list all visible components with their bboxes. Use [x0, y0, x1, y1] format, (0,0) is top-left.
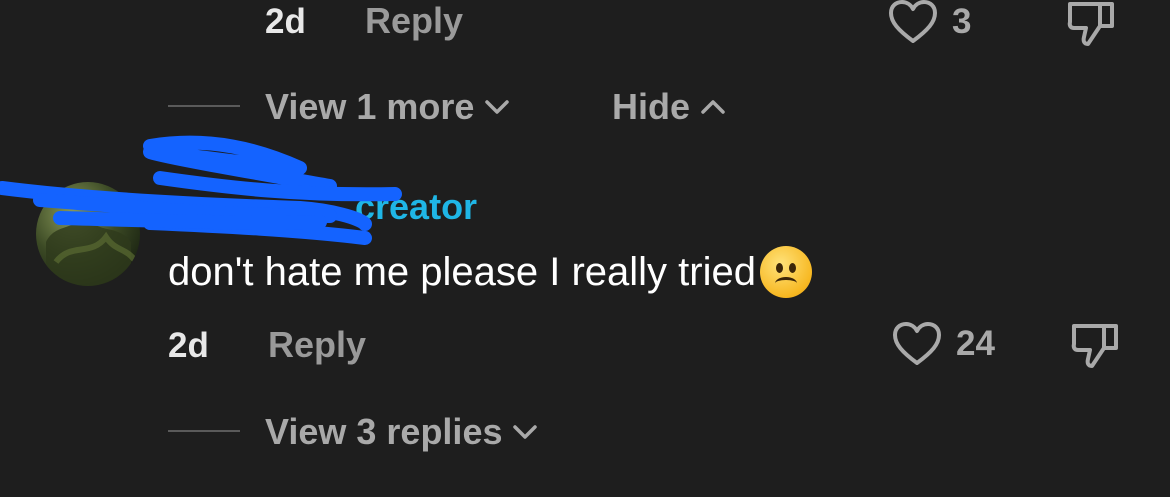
comment-body: don't hate me please I really tried	[168, 249, 756, 294]
like-button[interactable]: 3	[888, 0, 971, 44]
dislike-button[interactable]	[1066, 0, 1118, 48]
comment-time: 2d	[265, 2, 306, 41]
like-count: 3	[952, 2, 972, 41]
thumbs-down-icon	[1070, 322, 1122, 370]
comment-time: 2d	[168, 326, 209, 365]
slightly-frowning-face-icon	[759, 246, 812, 298]
thread-divider	[168, 430, 240, 432]
heart-icon	[888, 0, 938, 44]
hide-button[interactable]: Hide	[612, 86, 726, 128]
reply-button[interactable]: Reply	[268, 324, 366, 366]
view-more-button[interactable]: View 1 more	[265, 86, 510, 128]
redaction-scribble	[0, 128, 420, 258]
chevron-down-icon	[484, 99, 510, 115]
like-count: 24	[956, 324, 995, 363]
like-button[interactable]: 24	[892, 322, 995, 366]
thread-divider	[168, 105, 240, 107]
view-replies-label: View 3 replies	[265, 411, 503, 452]
chevron-up-icon	[700, 99, 726, 115]
heart-icon	[892, 322, 942, 366]
view-more-label: View 1 more	[265, 86, 475, 127]
dislike-button[interactable]	[1070, 322, 1122, 370]
hide-label: Hide	[612, 86, 691, 127]
comment-text: don't hate me please I really tried	[168, 246, 812, 298]
thumbs-down-icon	[1066, 0, 1118, 48]
chevron-down-icon	[512, 424, 538, 440]
reply-button[interactable]: Reply	[365, 0, 463, 42]
view-replies-button[interactable]: View 3 replies	[265, 411, 538, 453]
